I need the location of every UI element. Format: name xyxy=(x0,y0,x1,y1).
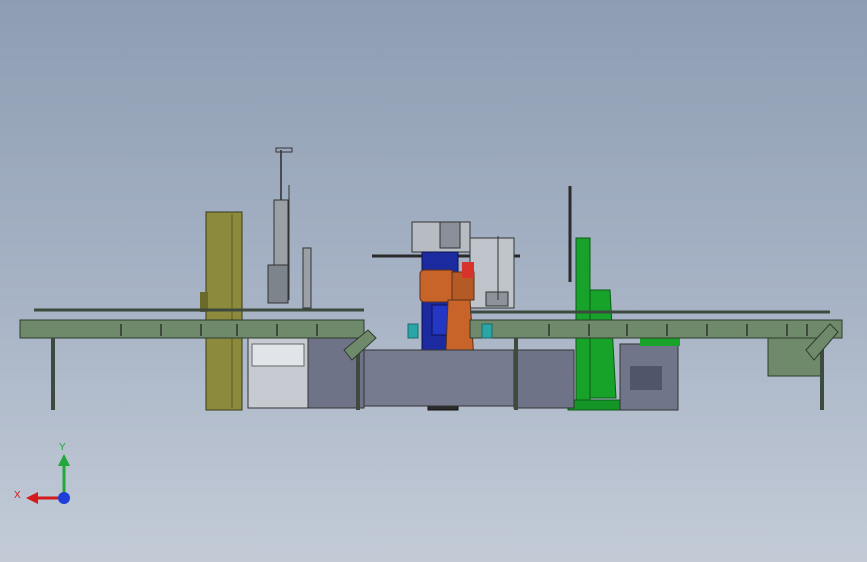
x-axis-head xyxy=(26,492,38,504)
triad-svg xyxy=(26,454,70,504)
x-axis-label: X xyxy=(14,490,21,501)
assembly-line-model[interactable] xyxy=(0,0,867,562)
coordinate-triad: Y X xyxy=(12,440,82,510)
y-axis-head xyxy=(58,454,70,466)
cad-viewport[interactable]: Y X xyxy=(0,0,867,562)
left-vertical-mast xyxy=(267,147,312,309)
y-axis-label: Y xyxy=(59,442,66,453)
z-axis-dot xyxy=(58,492,70,504)
right-green-guard xyxy=(567,186,623,411)
